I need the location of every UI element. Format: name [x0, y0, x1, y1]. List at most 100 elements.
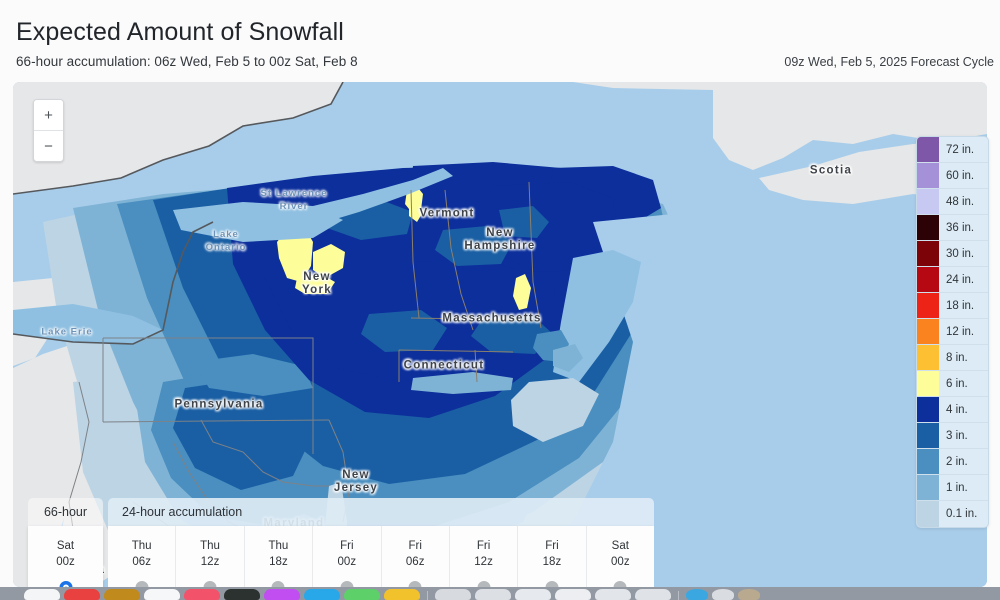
legend-row[interactable]: 2 in.	[917, 449, 988, 475]
dock-icon-app-grey3[interactable]	[515, 589, 551, 600]
dock-icon-app-white[interactable]	[144, 589, 180, 600]
legend-label: 72 in.	[946, 143, 975, 156]
dock-icon-app-cyan[interactable]	[304, 589, 340, 600]
timeline-66hour-cells[interactable]: Sat 00z	[28, 526, 103, 594]
legend-row[interactable]: 24 in.	[917, 267, 988, 293]
timeline-step-day: Thu	[268, 540, 289, 552]
page-header: Expected Amount of Snowfall 66-hour accu…	[0, 0, 1000, 82]
legend-label: 2 in.	[946, 455, 968, 468]
legend-label: 1 in.	[946, 481, 968, 494]
dock-icon-row[interactable]	[0, 587, 1000, 600]
timeline-step-hour: 00z	[337, 556, 357, 568]
timeline-step-hour: 00z	[56, 556, 75, 568]
timeline-24hour-header[interactable]: 24-hour accumulation	[108, 498, 654, 526]
legend-row[interactable]: 30 in.	[917, 241, 988, 267]
timeline-step[interactable]: Thu 12z	[176, 526, 245, 588]
legend-swatch	[917, 189, 939, 214]
dock-icon-app-pink[interactable]	[184, 589, 220, 600]
timeline-step-day: Sat	[611, 540, 629, 552]
legend-label: 60 in.	[946, 169, 975, 182]
zoom-out-button[interactable]: −	[34, 131, 63, 161]
timeline-step-hour: 00z	[611, 556, 630, 568]
timeline-66hour-header[interactable]: 66-hour	[28, 498, 103, 526]
map-zoom-controls[interactable]: + −	[33, 99, 64, 162]
timeline-step[interactable]: Thu 18z	[244, 526, 314, 588]
legend-row[interactable]: 60 in.	[917, 163, 988, 189]
forecast-cycle-label: 09z Wed, Feb 5, 2025 Forecast Cycle	[784, 55, 994, 69]
dock-icon-app-red[interactable]	[64, 589, 100, 600]
timeline-step-hour: 18z	[542, 556, 562, 568]
accumulation-subtitle: 66-hour accumulation: 06z Wed, Feb 5 to …	[16, 54, 358, 69]
legend-row[interactable]: 8 in.	[917, 345, 988, 371]
dock-icon-app-grey6[interactable]	[635, 589, 671, 600]
timeline-step-hour: 06z	[405, 556, 425, 568]
legend-label: 6 in.	[946, 377, 968, 390]
legend-row[interactable]: 72 in.	[917, 137, 988, 163]
dock-icon-app-gold[interactable]	[104, 589, 140, 600]
timeline-step[interactable]: Fri 12z	[449, 526, 519, 588]
legend-swatch	[917, 293, 939, 318]
page-title: Expected Amount of Snowfall	[16, 18, 344, 46]
legend-row[interactable]: 18 in.	[917, 293, 988, 319]
legend-row[interactable]: 12 in.	[917, 319, 988, 345]
dock-icon-app-multicolor[interactable]	[738, 589, 760, 600]
legend-label: 36 in.	[946, 221, 975, 234]
timeline-step-day: Fri	[408, 540, 422, 552]
legend-swatch	[917, 267, 939, 292]
timeline-step-hour: 18z	[269, 556, 288, 568]
legend-label: 18 in.	[946, 299, 975, 312]
timeline-step[interactable]: Fri 18z	[518, 526, 587, 588]
legend-swatch	[917, 423, 939, 448]
legend-label: 8 in.	[946, 351, 968, 364]
dock-icon-app-grey2[interactable]	[475, 589, 511, 600]
system-dock[interactable]	[0, 587, 1000, 600]
legend-row[interactable]: 0.1 in.	[917, 501, 988, 527]
dock-icon-app-green[interactable]	[344, 589, 380, 600]
timeline-step-hour: 06z	[132, 556, 151, 568]
legend-row[interactable]: 6 in.	[917, 371, 988, 397]
timeline-step-day: Fri	[545, 540, 559, 552]
timeline-step[interactable]: Thu 06z	[108, 526, 177, 588]
legend-swatch	[917, 475, 939, 500]
timeline-step[interactable]: Fri 06z	[381, 526, 450, 588]
zoom-in-button[interactable]: +	[34, 100, 63, 131]
legend-swatch	[917, 163, 939, 188]
timeline-step-day: Sat	[56, 540, 75, 552]
snowfall-legend[interactable]: 72 in. 60 in. 48 in. 36 in. 30 in. 24 in. 18 i…	[916, 136, 989, 528]
dock-icon-app-grey4[interactable]	[555, 589, 591, 600]
legend-row[interactable]: 1 in.	[917, 475, 988, 501]
dock-icon-app-violet[interactable]	[264, 589, 300, 600]
timeline-step-hour: 12z	[200, 556, 220, 568]
dock-icon-app-grey7[interactable]	[712, 589, 734, 600]
legend-row[interactable]: 48 in.	[917, 189, 988, 215]
dock-icon-app-grey5[interactable]	[595, 589, 631, 600]
dock-separator	[427, 591, 428, 600]
legend-label: 48 in.	[946, 195, 975, 208]
legend-swatch	[917, 501, 939, 527]
legend-swatch	[917, 319, 939, 344]
dock-icon-app-yellow[interactable]	[384, 589, 420, 600]
timeline-24hour-cells[interactable]: Thu 06z Thu 12z Thu 18z Fri 00z Fri 06z Fri 12z Fri 1…	[108, 526, 654, 588]
dock-icon-finder[interactable]	[24, 589, 60, 600]
timeline-step-day: Thu	[131, 540, 152, 552]
timeline-step[interactable]: Sat 00z	[28, 526, 103, 594]
legend-swatch	[917, 345, 939, 370]
legend-row[interactable]: 36 in.	[917, 215, 988, 241]
timeline-24hour-panel[interactable]: 24-hour accumulation Thu 06z Thu 12z Thu 18z F…	[108, 498, 654, 588]
timeline-66hour-panel[interactable]: 66-hour Sat 00z	[28, 498, 103, 594]
dock-icon-terminal[interactable]	[224, 589, 260, 600]
legend-label: 12 in.	[946, 325, 975, 338]
legend-swatch	[917, 449, 939, 474]
dock-icon-app-blue-globe[interactable]	[686, 589, 708, 600]
legend-swatch	[917, 215, 939, 240]
legend-swatch	[917, 371, 939, 396]
snowfall-forecast-app: Expected Amount of Snowfall 66-hour accu…	[0, 0, 1000, 600]
dock-icon-app-grey1[interactable]	[435, 589, 471, 600]
timeline-step[interactable]: Sat 00z	[586, 526, 654, 588]
timeline-step-hour: 12z	[474, 556, 493, 568]
legend-row[interactable]: 3 in.	[917, 423, 988, 449]
timeline-step[interactable]: Fri 00z	[313, 526, 382, 588]
legend-swatch	[917, 397, 939, 422]
legend-label: 0.1 in.	[946, 508, 978, 520]
legend-row[interactable]: 4 in.	[917, 397, 988, 423]
